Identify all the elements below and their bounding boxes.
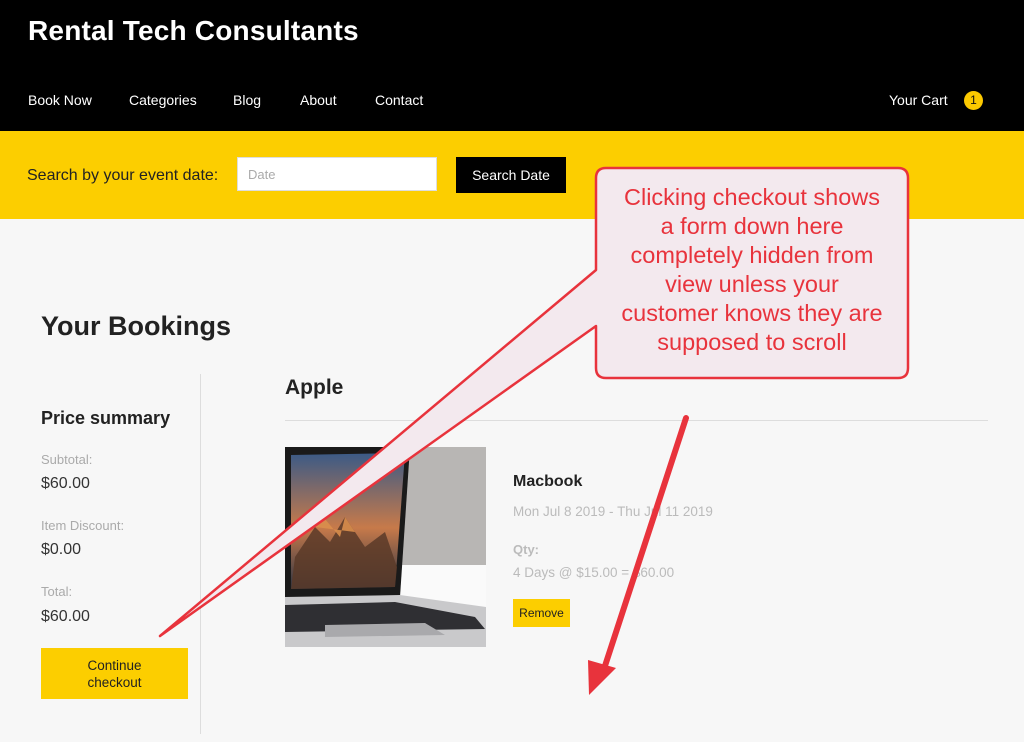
arrow-head (588, 660, 616, 695)
date-input[interactable] (237, 157, 437, 191)
continue-checkout-button[interactable]: Continue checkout (41, 648, 188, 699)
site-header: Rental Tech Consultants Book Now Categor… (0, 0, 1024, 131)
sidebar-divider (200, 374, 201, 734)
subtotal-label: Subtotal: (41, 452, 93, 467)
callout-line: view unless your (665, 271, 839, 297)
page-title: Your Bookings (41, 311, 232, 341)
product-image (285, 447, 486, 647)
subtotal-value: $60.00 (41, 475, 90, 492)
site-title[interactable]: Rental Tech Consultants (28, 15, 359, 47)
nav-about[interactable]: About (300, 92, 337, 108)
qty-label: Qty: (513, 542, 539, 557)
discount-label: Item Discount: (41, 518, 125, 533)
callout-line: a form down here (660, 213, 844, 239)
remove-item-button[interactable]: Remove (513, 599, 570, 627)
brand-divider (285, 420, 988, 421)
callout-line: completely hidden from (630, 242, 874, 268)
laptop-illustration (285, 447, 486, 647)
nav-blog[interactable]: Blog (233, 92, 261, 108)
price-summary-title: Price summary (41, 408, 171, 428)
price-breakdown: 4 Days @ $15.00 = $60.00 (513, 565, 675, 580)
brand-group-title: Apple (285, 376, 344, 399)
booking-dates: Mon Jul 8 2019 - Thu Jul 11 2019 (513, 504, 713, 519)
checkout-label-line2: checkout (87, 674, 142, 690)
total-value: $60.00 (41, 608, 90, 625)
total-label: Total: (41, 584, 73, 599)
checkout-label-line1: Continue (87, 657, 142, 673)
callout-text: Clicking checkout shows a form down here… (597, 183, 907, 357)
product-name[interactable]: Macbook (513, 473, 582, 491)
nav-contact[interactable]: Contact (375, 92, 423, 108)
cart-count-badge[interactable]: 1 (964, 91, 983, 110)
nav-categories[interactable]: Categories (129, 92, 197, 108)
search-label: Search by your event date: (27, 167, 219, 184)
arrow-shaft (600, 415, 689, 675)
discount-value: $0.00 (41, 541, 82, 558)
callout-line: supposed to scroll (657, 329, 847, 355)
callout-line: Clicking checkout shows (624, 184, 880, 210)
search-date-button[interactable]: Search Date (456, 157, 566, 193)
cart-link[interactable]: Your Cart (889, 92, 948, 108)
nav-book-now[interactable]: Book Now (28, 92, 92, 108)
callout-line: customer knows they are (621, 300, 883, 326)
